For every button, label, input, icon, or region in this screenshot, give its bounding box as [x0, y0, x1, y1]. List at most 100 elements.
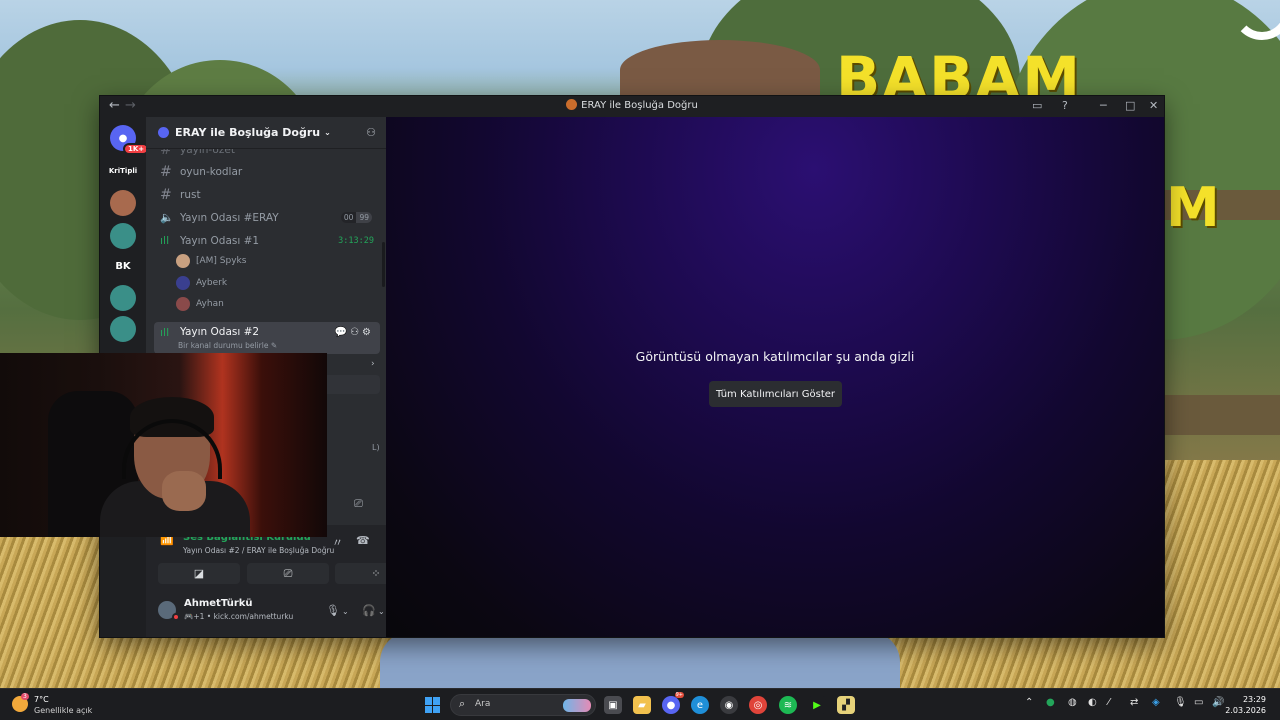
wooden-fence — [1164, 395, 1280, 435]
person-head — [620, 40, 820, 100]
headphones-icon[interactable]: 🎧 — [362, 604, 376, 617]
kick-icon[interactable]: ▶ — [808, 696, 826, 714]
channel-text[interactable]: # rust — [154, 184, 380, 205]
invite-icon[interactable]: ⚇ — [350, 327, 362, 338]
camera-off-button[interactable]: ◪ — [158, 563, 240, 584]
person-shirt — [380, 632, 900, 688]
system-clock[interactable]: 23:29 2.03.2026 — [1225, 694, 1266, 716]
chevron-down-icon[interactable]: ⌄ — [378, 607, 385, 616]
voice-location[interactable]: Yayın Odası #2 / ERAY ile Boşluğa Doğru — [183, 546, 334, 555]
windows-logo-icon — [433, 705, 440, 713]
microphone-icon[interactable]: 🎙 — [326, 604, 340, 617]
screen-share-button[interactable]: ⎚ — [247, 563, 329, 584]
voice-timer: 3:13:29 — [338, 235, 374, 246]
guild-boost-icon — [158, 127, 169, 138]
server-icon[interactable] — [110, 316, 136, 342]
member-name: [AM] Spyks — [196, 256, 247, 266]
voice-member[interactable]: [AM] Spyks — [176, 251, 246, 271]
tray-app-icon[interactable]: ◍ — [1068, 697, 1077, 708]
taskbar: 3 7°C Genellikle açık ⌕ Ara ▣ ▰ ● 9+ e ◉ … — [0, 688, 1280, 720]
hash-icon: # — [160, 163, 172, 180]
channel-name: oyun-kodlar — [180, 165, 243, 178]
server-icon[interactable] — [110, 190, 136, 216]
gear-icon[interactable]: ⚙ — [362, 327, 374, 338]
server-icon[interactable] — [110, 285, 136, 311]
tray-app-icon[interactable]: ◈ — [1152, 697, 1160, 708]
channel-name: Yayın Odası #ERAY — [180, 211, 279, 224]
screen-share-icon[interactable]: ⎚ — [354, 497, 363, 511]
voice-live-icon: ıll — [160, 234, 170, 247]
avatar — [176, 297, 190, 311]
guild-header[interactable]: ERAY ile Boşluğa Doğru ⌄ ⚇ — [146, 117, 386, 149]
tray-app-icon[interactable]: ⁄ — [1108, 697, 1110, 708]
channel-name: Yayın Odası #2 — [180, 326, 260, 338]
channel-voice-live[interactable]: ıll Yayın Odası #1 3:13:29 — [154, 230, 380, 251]
maximize-icon[interactable]: □ — [1125, 99, 1135, 112]
discord-taskbar-icon[interactable]: ● 9+ — [662, 692, 684, 714]
camera-off-icon: ◪ — [193, 567, 205, 580]
channel-status-input[interactable]: Bir kanal durumu belirle ✎ — [178, 341, 277, 350]
tray-overflow-icon[interactable]: ⌃ — [1025, 697, 1033, 708]
activities-button[interactable]: ⁘ — [335, 563, 386, 584]
chat-icon[interactable]: 💬 — [335, 327, 350, 338]
arrows-icon[interactable]: ⇄ — [1130, 697, 1138, 708]
microphone-icon[interactable]: 🎙 — [1174, 697, 1187, 708]
clock-time: 23:29 — [1242, 695, 1266, 704]
user-limit-badge: 00 99 — [340, 212, 372, 223]
hash-icon: # — [160, 186, 172, 203]
channel-voice[interactable]: 🔈 Yayın Odası #ERAY 00 99 — [154, 207, 380, 228]
voice-member[interactable]: Ayberk — [176, 273, 227, 293]
discord-logo-icon: ● — [118, 132, 128, 144]
windows-logo-icon — [425, 705, 432, 713]
edge-icon[interactable]: e — [691, 696, 709, 714]
discord-home-button[interactable]: ● 1K+ — [110, 125, 150, 155]
taskbar-search[interactable]: ⌕ Ara — [450, 694, 596, 716]
obs-icon[interactable]: ◉ — [720, 696, 738, 714]
inbox-icon[interactable]: ▭ — [1032, 99, 1042, 112]
help-icon[interactable]: ? — [1062, 99, 1068, 112]
invite-people-icon[interactable]: ⚇ — [366, 126, 376, 139]
chevron-down-icon[interactable]: ⌄ — [342, 607, 349, 616]
person-hands — [162, 471, 206, 511]
search-highlight-art — [563, 699, 591, 712]
voice-stage: Görüntüsü olmayan katılımcılar şu anda g… — [386, 117, 1164, 637]
app-icon[interactable]: ▞ — [837, 696, 855, 714]
disconnect-icon[interactable]: ☎ — [356, 534, 370, 547]
title-bar: ← → ERAY ile Boşluğa Doğru ▭ ? ─ □ ✕ — [100, 96, 1164, 117]
guild-icon — [566, 99, 578, 110]
username[interactable]: AhmetTürkü — [184, 598, 253, 609]
volume-icon[interactable]: 🔊 — [1212, 697, 1224, 708]
speaker-icon: 🔈 — [160, 211, 174, 224]
voice-member[interactable]: Ayhan — [176, 294, 224, 314]
server-icon-bk[interactable]: BK — [110, 253, 136, 279]
webcam-overlay — [0, 353, 327, 537]
chevron-down-icon: ⌄ — [324, 128, 331, 137]
spotify-icon[interactable]: ≋ — [779, 696, 797, 714]
temperature: 7°C — [34, 695, 49, 704]
user-limit-max: 99 — [356, 212, 372, 223]
minimize-icon[interactable]: ─ — [1100, 99, 1107, 112]
avatar — [176, 276, 190, 290]
sidebar-scrollbar[interactable] — [382, 242, 385, 287]
monitor-icon[interactable]: ▭ — [1194, 697, 1203, 708]
banner-text-partial: M — [1166, 176, 1222, 239]
user-panel: AhmetTürkü 🎮+1 • kick.com/ahmetturku 🎙 ⌄… — [146, 589, 386, 637]
start-button[interactable] — [425, 697, 441, 713]
file-explorer-icon[interactable]: ▰ — [633, 696, 651, 714]
window-title-text: ERAY ile Boşluğa Doğru — [581, 100, 698, 111]
truncated-channel-text: L) — [372, 443, 380, 452]
tray-status-icon[interactable]: ● — [1046, 697, 1055, 708]
show-all-participants-button[interactable]: Tüm Katılımcıları Göster — [709, 381, 842, 407]
chrome-icon[interactable]: ◎ — [749, 696, 767, 714]
task-view-icon[interactable]: ▣ — [604, 696, 622, 714]
steam-icon[interactable]: ◐ — [1088, 697, 1097, 708]
noise-suppression-icon[interactable]: 〃 — [332, 534, 343, 550]
user-limit-current: 00 — [340, 212, 357, 223]
chevron-right-icon[interactable]: › — [371, 359, 375, 369]
server-icon-kritipli[interactable]: KriTipli — [109, 158, 137, 184]
close-icon[interactable]: ✕ — [1149, 99, 1158, 112]
channel-voice-active[interactable]: ıll Yayın Odası #2 Bir kanal durumu beli… — [154, 322, 380, 354]
channel-text[interactable]: # oyun-kodlar — [154, 161, 380, 182]
user-custom-status: 🎮+1 • kick.com/ahmetturku — [184, 612, 294, 621]
server-icon[interactable] — [110, 223, 136, 249]
